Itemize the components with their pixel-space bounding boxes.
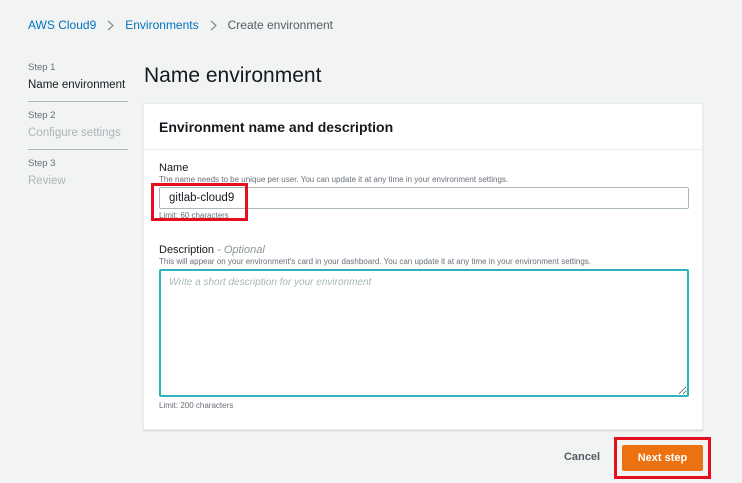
name-limit: Limit: 60 characters [159,211,229,220]
panel-header: Environment name and description [144,104,702,150]
step-number: Step 3 [28,158,56,169]
name-input[interactable] [159,187,689,209]
chevron-right-icon [107,19,115,31]
chevron-right-icon [210,19,217,31]
step-number: Step 2 [28,110,56,121]
name-label: Name [159,162,189,174]
name-field: Name The name needs to be unique per use… [159,162,689,221]
description-limit: Limit: 200 characters [159,401,234,410]
wizard-step-2: Step 2 Configure settings [28,110,128,150]
optional-tag: - Optional [217,244,265,256]
breadcrumb: AWS Cloud9 Environments Create environme… [28,18,333,32]
step-title: Review [28,175,66,187]
next-step-button[interactable]: Next step [622,445,703,471]
wizard-step-1: Step 1 Name environment [28,62,128,102]
panel-title: Environment name and description [159,118,394,135]
wizard-steps: Step 1 Name environment Step 2 Configure… [28,62,128,205]
wizard-step-3: Step 3 Review [28,158,128,197]
name-hint: The name needs to be unique per user. Yo… [159,175,509,184]
breadcrumb-link-aws-cloud9[interactable]: AWS Cloud9 [28,18,96,32]
cancel-button[interactable]: Cancel [558,447,606,467]
environment-details-panel: Environment name and description Name Th… [143,103,703,430]
page-title: Name environment [144,64,322,87]
description-label-text: Description [159,244,215,256]
step-number: Step 1 [28,62,56,73]
breadcrumb-current: Create environment [227,18,334,32]
step-title: Name environment [28,79,126,91]
description-hint: This will appear on your environment's c… [159,257,591,266]
description-textarea[interactable] [159,269,689,397]
step-title: Configure settings [28,127,121,139]
breadcrumb-link-environments[interactable]: Environments [125,18,198,32]
description-label: Description - Optional [159,244,689,257]
description-field: Description - Optional This will appear … [159,244,689,411]
